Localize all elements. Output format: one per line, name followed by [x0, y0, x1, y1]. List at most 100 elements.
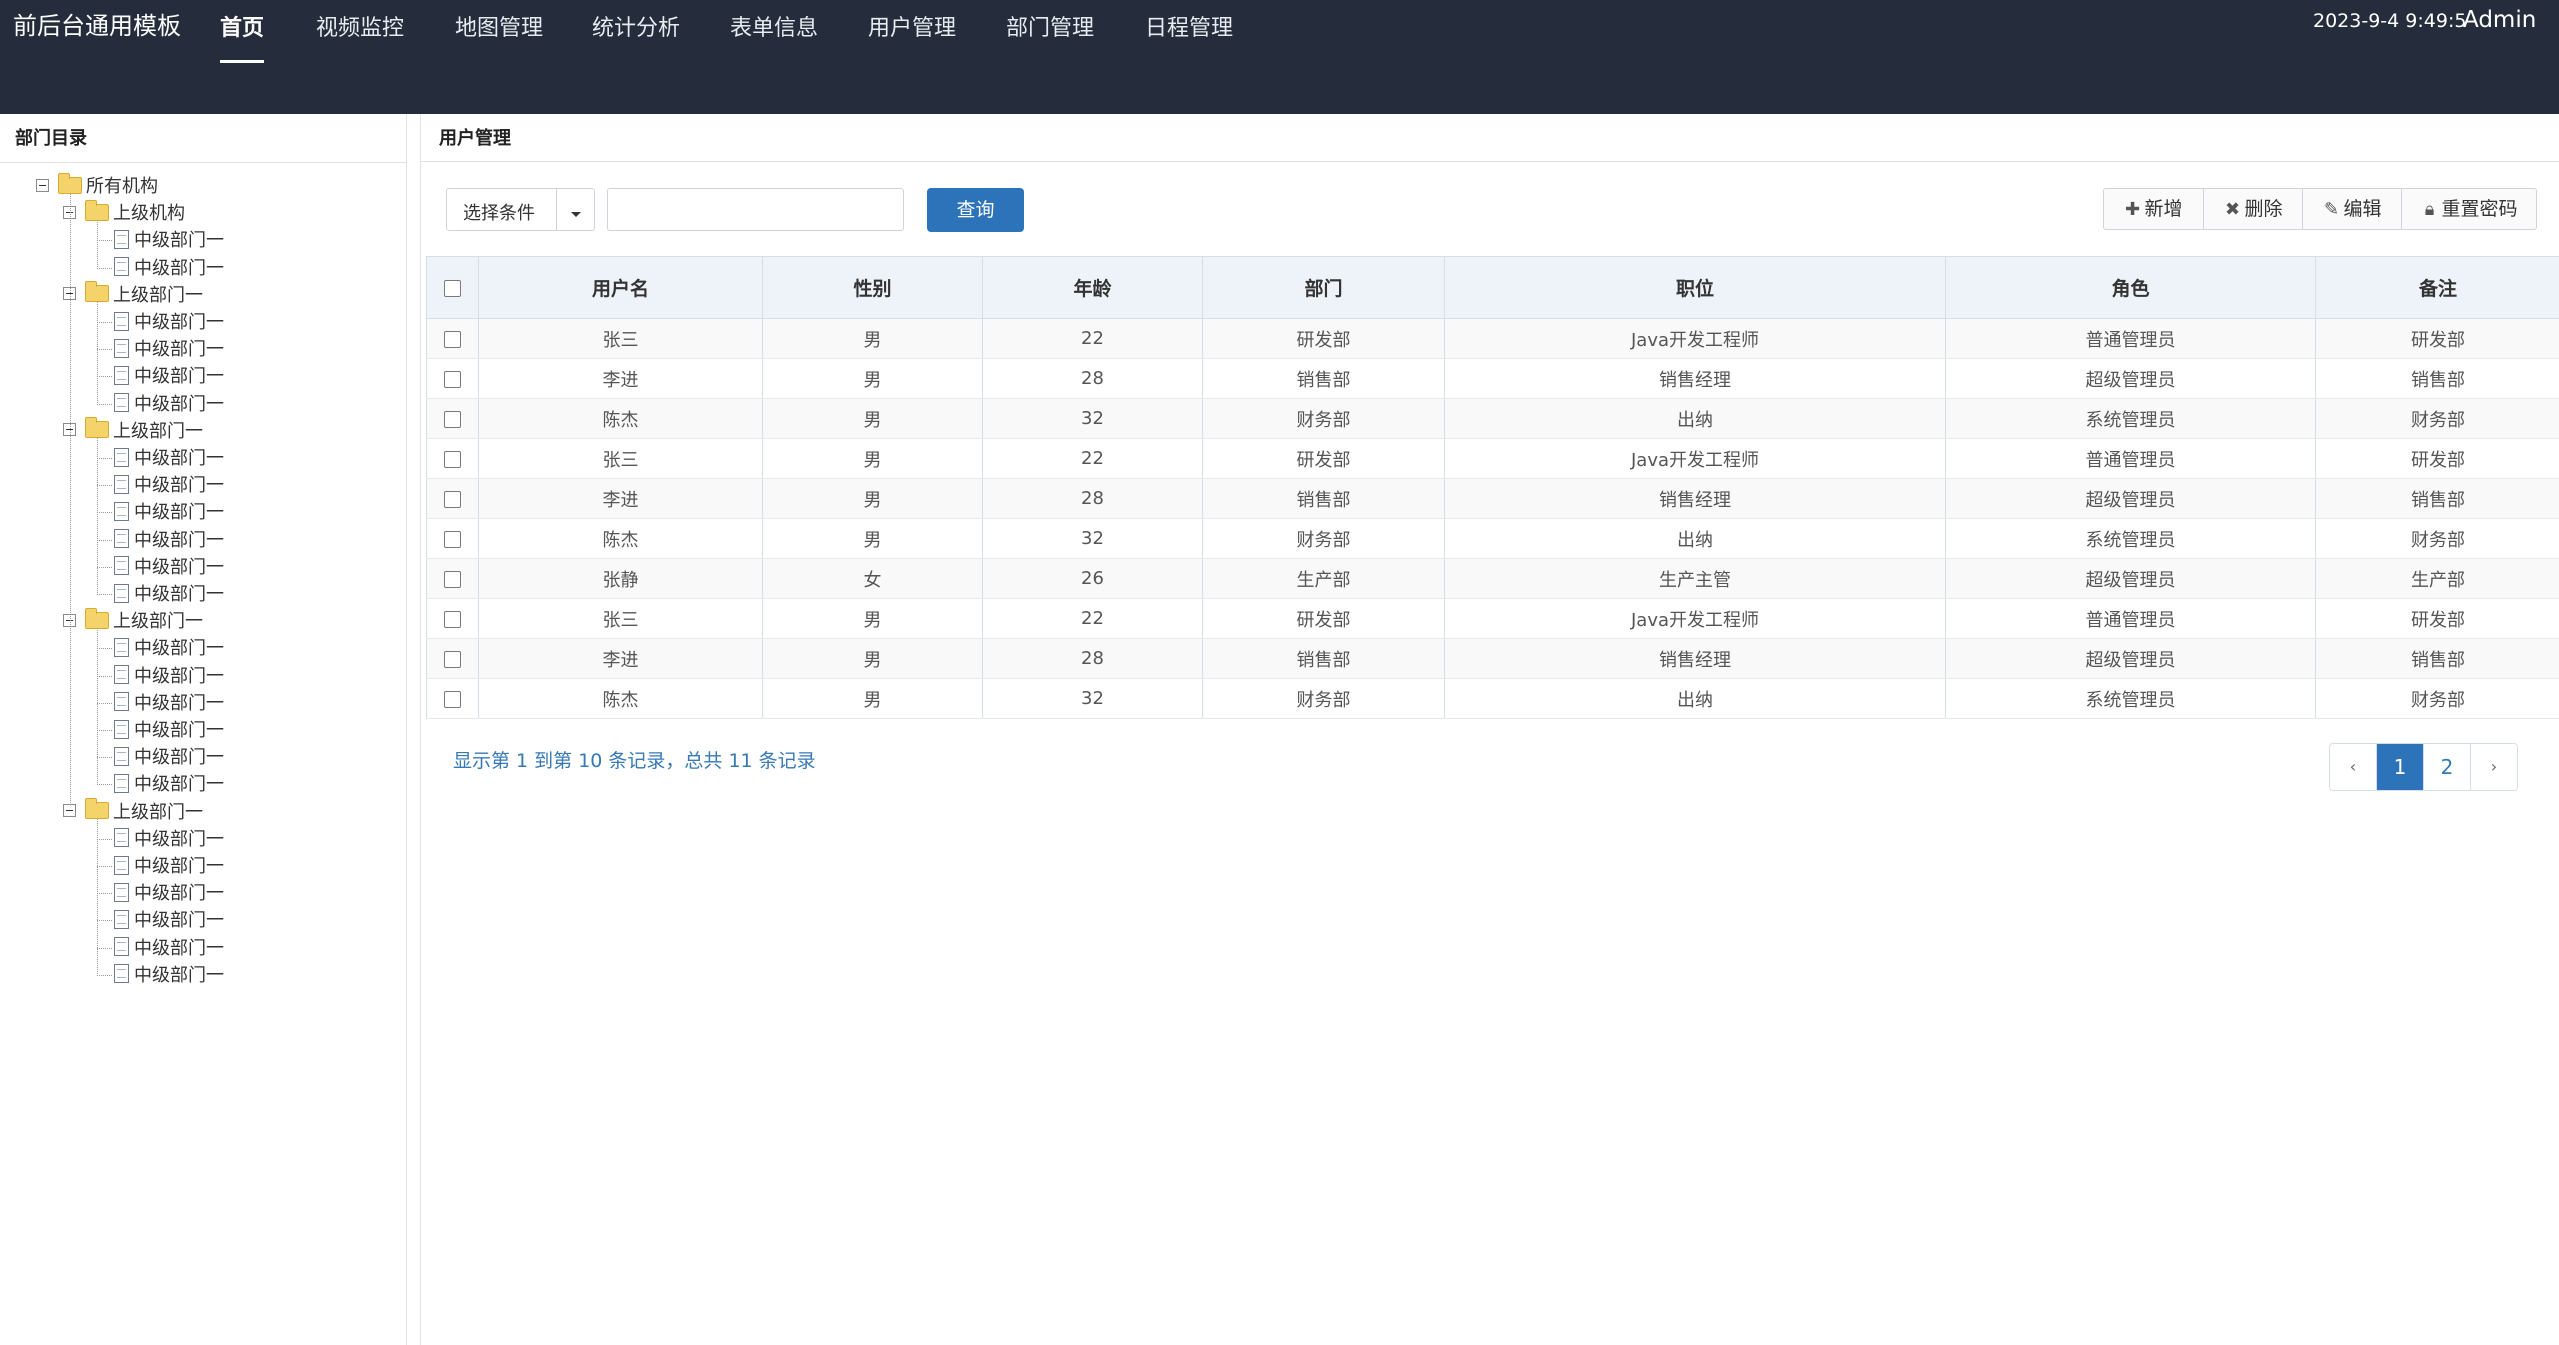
tree-node-leaf[interactable]: 中级部门一 [114, 962, 224, 989]
table-row[interactable]: 李进男 28 销售部 销售经理 超级管理员 销售部 [426, 638, 2559, 679]
tree-node-leaf[interactable]: 中级部门一 [114, 771, 224, 798]
tree-node-group[interactable]: 上级机构 [63, 199, 185, 227]
add-button[interactable]: ✚ 新增 [2104, 189, 2203, 229]
tree-node-leaf[interactable]: 中级部门一 [114, 445, 224, 472]
nav-item-video[interactable]: 视频监控 [316, 14, 404, 62]
tree-node-group[interactable]: 上级部门一 [63, 281, 203, 309]
condition-select[interactable]: 选择条件 [446, 188, 595, 231]
prev-page-button[interactable]: ‹ [2330, 744, 2377, 790]
tree-node-leaf[interactable]: 中级部门一 [114, 363, 224, 390]
nav-item-departments[interactable]: 部门管理 [1006, 14, 1094, 62]
tree-node-label: 中级部门一 [134, 502, 224, 524]
tree-node-leaf[interactable]: 中级部门一 [114, 635, 224, 662]
delete-button[interactable]: ✖ 删除 [2203, 189, 2303, 229]
tree-node-group[interactable]: 上级部门一 [63, 607, 203, 635]
table-row[interactable]: 李进男 28 销售部 销售经理 超级管理员 销售部 [426, 358, 2559, 399]
tree-node-group[interactable]: 上级部门一 [63, 417, 203, 445]
cell-gender: 男 [762, 518, 983, 559]
nav-item-users[interactable]: 用户管理 [868, 14, 956, 62]
cell-position: Java开发工程师 [1444, 318, 1946, 359]
nav-item-stats[interactable]: 统计分析 [592, 14, 680, 62]
column-header-position[interactable]: 职位 [1444, 256, 1946, 319]
row-checkbox[interactable] [444, 650, 461, 668]
table-row[interactable]: 张三男 22 研发部 Java开发工程师 普通管理员 研发部 [426, 318, 2559, 359]
row-checkbox[interactable] [444, 530, 461, 548]
tree-node-leaf[interactable]: 中级部门一 [114, 255, 224, 282]
table-row[interactable]: 陈杰男 32 财务部 出纳 系统管理员 财务部 [426, 518, 2559, 559]
tree-node-leaf[interactable]: 中级部门一 [114, 853, 224, 880]
nav-item-home[interactable]: 首页 [220, 14, 265, 63]
file-icon [114, 393, 129, 413]
tree-node-leaf[interactable]: 中级部门一 [114, 472, 224, 499]
select-all-checkbox[interactable] [444, 279, 461, 297]
column-header-department[interactable]: 部门 [1202, 256, 1445, 319]
query-button[interactable]: 查询 [927, 188, 1024, 232]
tree-node-label: 中级部门一 [134, 366, 224, 388]
tree-node-label: 中级部门一 [134, 720, 224, 741]
table-row[interactable]: 陈杰男 32 财务部 出纳 系统管理员 财务部 [426, 678, 2559, 719]
column-header-remark[interactable]: 备注 [2315, 256, 2559, 319]
tree-node-group[interactable]: 上级部门一 [63, 798, 203, 826]
nav-item-map[interactable]: 地图管理 [455, 14, 543, 62]
row-select-cell [426, 558, 479, 599]
column-header-age[interactable]: 年龄 [982, 256, 1203, 319]
tree-node-leaf[interactable]: 中级部门一 [114, 227, 224, 254]
chevron-down-icon[interactable] [571, 212, 581, 217]
next-page-button[interactable]: › [2471, 744, 2517, 790]
tree-connector [97, 920, 112, 922]
tree-node-leaf[interactable]: 中级部门一 [114, 826, 224, 853]
tree-node-leaf[interactable]: 中级部门一 [114, 554, 224, 581]
row-checkbox[interactable] [444, 330, 461, 348]
tree-node-label: 中级部门一 [134, 257, 224, 279]
tree-node-leaf[interactable]: 中级部门一 [114, 690, 224, 717]
tree-node-leaf[interactable]: 中级部门一 [114, 336, 224, 363]
edit-button[interactable]: ✎ 编辑 [2302, 189, 2402, 229]
tree-node-leaf[interactable]: 中级部门一 [114, 880, 224, 907]
tree-connector [97, 566, 112, 568]
file-icon [114, 501, 129, 521]
tree-node-leaf[interactable]: 中级部门一 [114, 744, 224, 771]
file-icon [114, 447, 129, 467]
collapse-toggle-icon[interactable] [36, 178, 49, 192]
tree-node-leaf[interactable]: 中级部门一 [114, 309, 224, 336]
row-checkbox[interactable] [444, 610, 461, 628]
header-datetime: 2023-9-4 9:49:5 [2313, 10, 2467, 32]
tree-node-leaf[interactable]: 中级部门一 [114, 717, 224, 744]
tree-node-leaf[interactable]: 中级部门一 [114, 663, 224, 690]
tree-node-leaf[interactable]: 中级部门一 [114, 391, 224, 418]
table-row[interactable]: 李进男 28 销售部 销售经理 超级管理员 销售部 [426, 478, 2559, 519]
tree-node-label: 上级部门一 [113, 801, 203, 823]
tree-node-leaf[interactable]: 中级部门一 [114, 907, 224, 934]
cell-role: 系统管理员 [1945, 398, 2316, 439]
row-checkbox[interactable] [444, 370, 461, 388]
page-button-1[interactable]: 1 [2377, 744, 2424, 790]
nav-item-schedule[interactable]: 日程管理 [1145, 14, 1233, 62]
page-button-2[interactable]: 2 [2424, 744, 2471, 790]
tree-node-leaf[interactable]: 中级部门一 [114, 581, 224, 608]
column-header-role[interactable]: 角色 [1945, 256, 2316, 319]
tree-node-leaf[interactable]: 中级部门一 [114, 935, 224, 962]
table-row[interactable]: 张三男 22 研发部 Java开发工程师 普通管理员 研发部 [426, 438, 2559, 479]
column-header-username[interactable]: 用户名 [478, 256, 763, 319]
pencil-icon: ✎ [2323, 199, 2340, 220]
table-row[interactable]: 张静女 26 生产部 生产主管 超级管理员 生产部 [426, 558, 2559, 599]
column-header-gender[interactable]: 性别 [762, 256, 983, 319]
table-row[interactable]: 陈杰男 32 财务部 出纳 系统管理员 财务部 [426, 398, 2559, 439]
user-menu[interactable]: Admin [2463, 7, 2536, 33]
reset-password-button[interactable]: 🔒︎ 重置密码 [2401, 189, 2537, 229]
row-checkbox[interactable] [444, 690, 461, 708]
tree-connector [97, 376, 112, 378]
tree-node-leaf[interactable]: 中级部门一 [114, 527, 224, 554]
delete-label: 删除 [2244, 198, 2283, 220]
row-checkbox[interactable] [444, 490, 461, 508]
tree-connector [97, 784, 112, 786]
nav-item-forms[interactable]: 表单信息 [730, 14, 818, 62]
tree-node-leaf[interactable]: 中级部门一 [114, 499, 224, 526]
tree-node-root[interactable]: 所有机构 [36, 172, 158, 200]
row-checkbox[interactable] [444, 570, 461, 588]
collapse-toggle-icon[interactable] [63, 804, 76, 818]
row-checkbox[interactable] [444, 450, 461, 468]
table-row[interactable]: 张三男 22 研发部 Java开发工程师 普通管理员 研发部 [426, 598, 2559, 639]
search-input[interactable] [607, 188, 904, 231]
row-checkbox[interactable] [444, 410, 461, 428]
